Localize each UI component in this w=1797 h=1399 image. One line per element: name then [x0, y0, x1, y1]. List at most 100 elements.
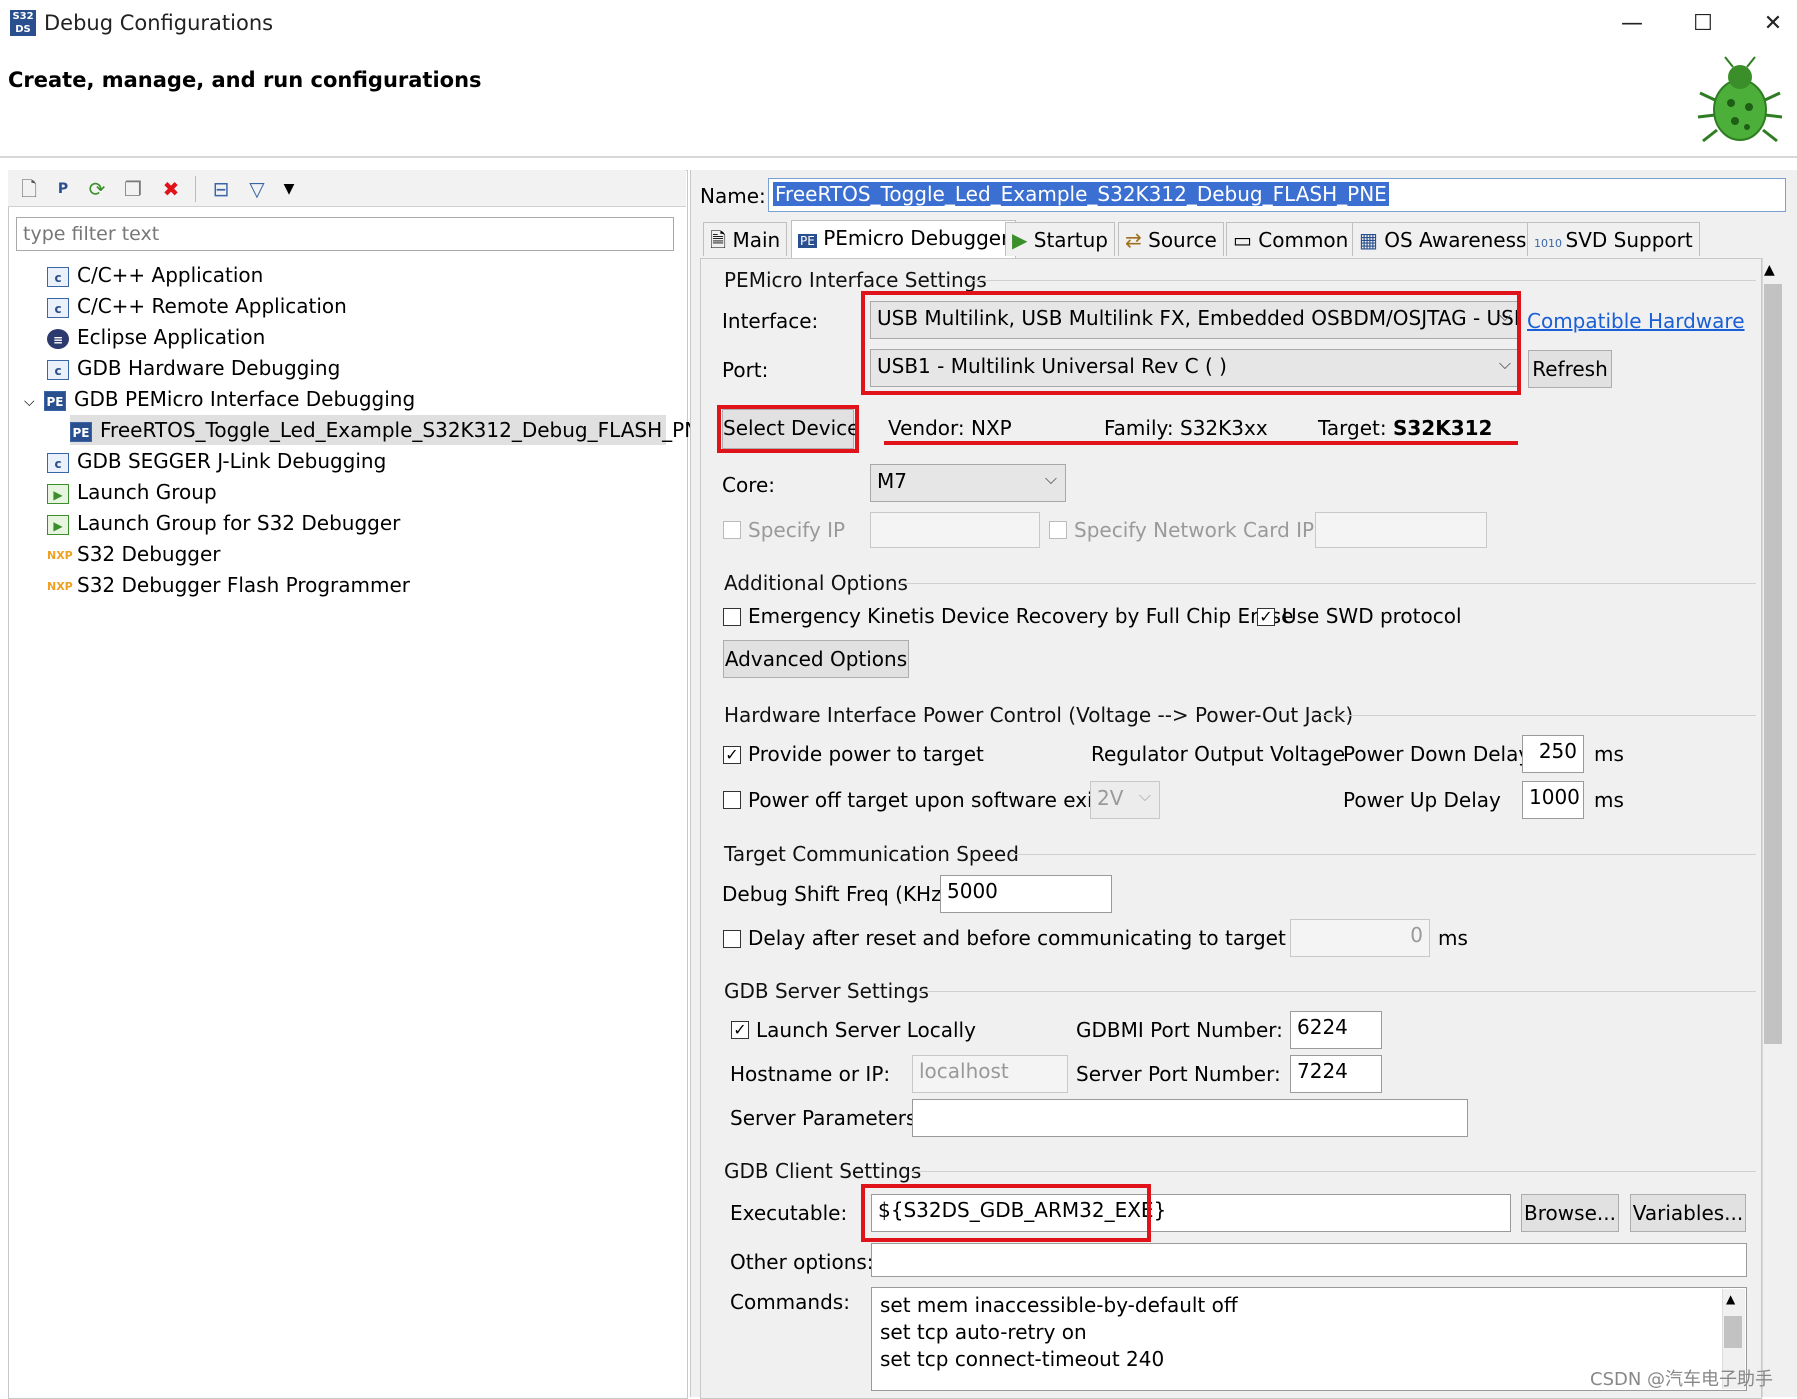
command-line: set tcp auto-retry on [880, 1320, 1087, 1344]
filter-input[interactable]: type filter text [16, 217, 674, 251]
minimize-button[interactable]: — [1604, 4, 1660, 44]
tree-item-s32-flash[interactable]: NXP S32 Debugger Flash Programmer [47, 570, 410, 600]
power-section-title: Hardware Interface Power Control (Voltag… [724, 703, 1354, 727]
pemicro-section-title: PEMicro Interface Settings [724, 268, 987, 292]
ip-input[interactable] [870, 512, 1040, 548]
section-divider [910, 1171, 1756, 1172]
voltage-select[interactable]: 2V ⌵ [1090, 781, 1160, 819]
delay-ms-label: ms [1438, 926, 1468, 950]
core-select[interactable]: M7 ⌵ [870, 464, 1066, 502]
tab-main[interactable]: 🗎 Main [703, 222, 788, 256]
power-down-delay-input[interactable]: 250 [1522, 735, 1584, 773]
collapse-all-icon[interactable]: ⊟ [208, 176, 234, 202]
provide-power-checkbox[interactable]: ✓ [723, 746, 741, 764]
os-awareness-icon: ▦ [1359, 228, 1385, 252]
device-underline [884, 441, 1518, 445]
tab-pemicro-debugger[interactable]: PE PEmicro Debugger [791, 220, 1017, 258]
advanced-options-button[interactable]: Advanced Options [723, 640, 909, 678]
startup-icon: ▶ [1012, 228, 1034, 252]
launch-group-icon: ▶ [47, 483, 69, 504]
watermark-text: CSDN @汽车电子助手 [1590, 1369, 1774, 1390]
emergency-recovery-checkbox[interactable] [723, 608, 741, 626]
hostname-input[interactable]: localhost [912, 1055, 1068, 1093]
hostname-label: Hostname or IP: [730, 1062, 891, 1086]
tree-item-launch-group-s32[interactable]: ▶ Launch Group for S32 Debugger [47, 508, 400, 538]
server-params-input[interactable] [912, 1099, 1468, 1137]
tree-item-freertos-config[interactable]: PE FreeRTOS_Toggle_Led_Example_S32K312_De… [70, 415, 712, 445]
power-up-delay-label: Power Up Delay [1343, 788, 1501, 812]
tab-source[interactable]: ⇄ Source [1118, 222, 1224, 256]
executable-highlight-box [861, 1184, 1151, 1242]
specify-ip-checkbox[interactable] [723, 521, 741, 539]
power-up-delay-input[interactable]: 1000 [1522, 781, 1584, 819]
chevron-down-icon: ⌵ [1138, 786, 1151, 805]
additional-section-title: Additional Options [724, 571, 908, 595]
tree-item-gdb-pemicro[interactable]: ⌵ PE GDB PEMicro Interface Debugging [24, 384, 415, 414]
launch-server-checkbox[interactable]: ✓ [731, 1021, 749, 1039]
variables-button[interactable]: Variables... [1630, 1194, 1746, 1232]
tree-item-gdb-hardware[interactable]: c GDB Hardware Debugging [47, 353, 340, 383]
common-icon: ▭ [1233, 228, 1259, 252]
regulator-voltage-label: Regulator Output Voltage [1091, 742, 1345, 766]
use-swd-checkbox[interactable]: ✓ [1257, 608, 1275, 626]
gdbserver-section-title: GDB Server Settings [724, 979, 929, 1003]
compatible-hardware-link[interactable]: Compatible Hardware [1527, 309, 1745, 333]
tree-item-gdb-segger[interactable]: c GDB SEGGER J-Link Debugging [47, 446, 386, 476]
core-label: Core: [722, 473, 776, 497]
port-label: Port: [722, 358, 769, 382]
gdbclient-section-title: GDB Client Settings [724, 1159, 922, 1183]
tree-item-eclipse-app[interactable]: ≡ Eclipse Application [47, 322, 265, 352]
debug-freq-input[interactable]: 5000 [940, 875, 1112, 913]
tab-common[interactable]: ▭ Common [1226, 222, 1356, 256]
name-input[interactable]: FreeRTOS_Toggle_Led_Example_S32K312_Debu… [768, 178, 1786, 212]
export-icon[interactable]: ⟳ [84, 176, 110, 202]
section-divider [1320, 715, 1756, 716]
tree-item-s32-debugger[interactable]: NXP S32 Debugger [47, 539, 221, 569]
expand-chevron-icon[interactable]: ⌵ [24, 387, 44, 417]
maximize-button[interactable]: ☐ [1675, 4, 1731, 44]
tab-svd-support[interactable]: 1010 SVD Support [1527, 222, 1700, 256]
scrollbar-thumb[interactable] [1764, 284, 1782, 1044]
scroll-up-icon[interactable]: ▲ [1764, 262, 1775, 278]
close-button[interactable]: ✕ [1745, 4, 1797, 44]
main-tab-icon: 🗎 [710, 228, 733, 252]
network-ip-input[interactable] [1315, 512, 1487, 548]
filter-icon[interactable]: ▽ [244, 176, 270, 202]
family-text: Family: S32K3xx [1104, 416, 1268, 440]
browse-button[interactable]: Browse... [1521, 1194, 1619, 1232]
section-divider [920, 991, 1756, 992]
section-divider [900, 583, 1756, 584]
tree-item-launch-group[interactable]: ▶ Launch Group [47, 477, 217, 507]
tree-item-cpp-application[interactable]: c C/C++ Application [47, 260, 263, 290]
delay-input[interactable]: 0 [1290, 919, 1430, 957]
duplicate-icon[interactable]: ❐ [120, 176, 146, 202]
specify-network-ip-checkbox[interactable] [1049, 521, 1067, 539]
tab-startup[interactable]: ▶ Startup [1005, 222, 1115, 256]
command-line: set mem inaccessible-by-default off [880, 1293, 1238, 1317]
power-up-ms-label: ms [1594, 788, 1624, 812]
delete-icon[interactable]: ✖ [158, 176, 184, 202]
speed-section-title: Target Communication Speed [724, 842, 1019, 866]
pemicro-icon: PE [70, 421, 92, 442]
new-config-icon[interactable]: 🗋 [16, 176, 42, 202]
server-params-label: Server Parameters: [730, 1106, 924, 1130]
pemicro-tab-icon: PE [798, 234, 817, 248]
scroll-up-icon[interactable]: ▲ [1726, 1292, 1735, 1306]
dropdown-icon[interactable]: ▼ [276, 176, 302, 202]
server-port-input[interactable]: 7224 [1290, 1055, 1382, 1093]
interface-highlight-box [861, 291, 1521, 395]
c-app-icon: c [47, 297, 69, 318]
section-divider [970, 280, 1756, 281]
gdbmi-port-input[interactable]: 6224 [1290, 1011, 1382, 1049]
tree-item-cpp-remote[interactable]: c C/C++ Remote Application [47, 291, 347, 321]
nxp-icon: NXP [47, 548, 73, 562]
refresh-button[interactable]: Refresh [1528, 350, 1612, 388]
commands-scroll-thumb[interactable] [1724, 1316, 1742, 1348]
tab-os-awareness[interactable]: ▦ OS Awareness [1352, 222, 1534, 256]
other-options-label: Other options: [730, 1250, 874, 1274]
new-prototype-icon[interactable]: P [50, 176, 76, 202]
delay-after-reset-checkbox[interactable] [723, 930, 741, 948]
nxp-icon: NXP [47, 579, 73, 593]
power-off-checkbox[interactable] [723, 791, 741, 809]
other-options-input[interactable] [871, 1243, 1747, 1277]
